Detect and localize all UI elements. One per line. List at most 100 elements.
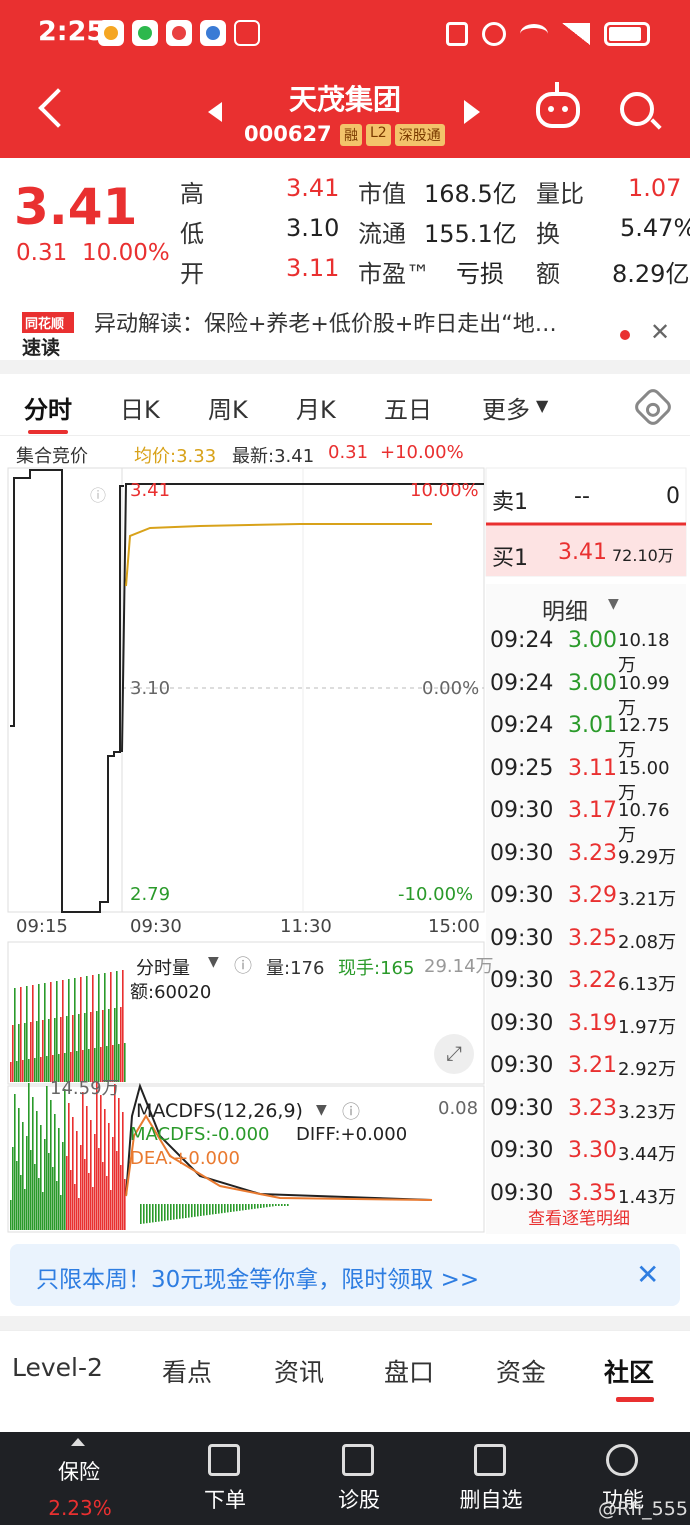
- mid-pct-label: 0.00%: [422, 678, 480, 699]
- detail-row: 09:30 3.19 1.97万: [490, 1005, 682, 1047]
- detail-row: 09:25 3.11 15.00万: [490, 750, 682, 804]
- anomaly-banner[interactable]: 同花顺 速读 异动解读：保险+养老+低价股+昨日走出“地…: [0, 300, 690, 359]
- tab-level2[interactable]: Level-2: [12, 1353, 103, 1382]
- logo-bottom-text: 速读: [22, 337, 61, 359]
- anomaly-text[interactable]: 异动解读：保险+养老+低价股+昨日走出“地…: [94, 306, 614, 338]
- volume-bar: [78, 1014, 80, 1082]
- macd-title[interactable]: MACDFS(12,26,9): [136, 1100, 303, 1122]
- tab-orderbook[interactable]: 盘口: [384, 1353, 434, 1389]
- weibo-notification-icon-2: [166, 20, 192, 46]
- nav-diagnose[interactable]: 诊股: [304, 1432, 414, 1525]
- nav-order[interactable]: 下单: [170, 1432, 280, 1525]
- search-icon[interactable]: [620, 92, 654, 126]
- macd-histogram-bar: [161, 1204, 163, 1222]
- section-divider: [0, 360, 690, 374]
- macd-chevron-icon[interactable]: ▼: [316, 1102, 327, 1118]
- macd-bar: [32, 1097, 34, 1230]
- macd-bar: [28, 1083, 30, 1230]
- macd-histogram-bar: [197, 1204, 199, 1217]
- macd-max: 0.08: [438, 1098, 479, 1119]
- robot-assistant-icon[interactable]: [536, 82, 580, 128]
- dea-value: DEA:+0.000: [130, 1148, 240, 1169]
- macd-bar: [98, 1148, 100, 1230]
- tab-funds[interactable]: 资金: [496, 1353, 546, 1389]
- detail-time: 09:30: [490, 1053, 554, 1078]
- prev-stock-icon[interactable]: [208, 102, 222, 122]
- volume-chevron-icon[interactable]: ▼: [208, 954, 219, 970]
- detail-title[interactable]: 明细: [542, 592, 588, 626]
- macd-bar: [68, 1103, 70, 1230]
- market-cap-value: 168.5亿: [424, 180, 517, 208]
- nav-remove-watchlist[interactable]: 删自选: [436, 1432, 546, 1525]
- volume-bar: [54, 1018, 56, 1082]
- detail-price: 3.01: [568, 713, 617, 738]
- detail-row: 09:24 3.00 10.99万: [490, 665, 682, 719]
- tab-weekly-k[interactable]: 周K: [208, 390, 248, 425]
- macd-histogram-bar: [224, 1204, 226, 1213]
- detail-volume: 1.97万: [618, 1016, 677, 1038]
- volume-bar: [108, 1009, 110, 1082]
- watermark: @Rfi_555: [598, 1498, 688, 1520]
- tab-news[interactable]: 资讯: [274, 1353, 324, 1389]
- tab-daily-k[interactable]: 日K: [120, 390, 160, 425]
- sell1-volume: 0: [666, 484, 680, 509]
- promo-text[interactable]: 只限本周！30元现金等你拿，限时领取 >>: [36, 1260, 479, 1294]
- volume-title[interactable]: 分时量: [136, 954, 190, 980]
- macd-histogram-bar: [155, 1204, 157, 1222]
- macd-help-icon[interactable]: ⓘ: [342, 1098, 360, 1124]
- macd-bar: [112, 1137, 114, 1230]
- detail-volume: 6.13万: [618, 974, 677, 995]
- volume-bar: [26, 986, 28, 1082]
- macd-bar: [90, 1120, 92, 1230]
- macd-bar: [64, 1089, 66, 1230]
- macd-histogram-bar: [245, 1204, 247, 1210]
- macd-bar: [22, 1122, 24, 1230]
- detail-row: 09:30 3.29 3.21万: [490, 877, 682, 919]
- tab-community[interactable]: 社区: [604, 1353, 654, 1389]
- up-arrow-icon: [71, 1438, 85, 1446]
- detail-time: 09:24: [490, 670, 554, 696]
- tab-five-day[interactable]: 五日: [384, 390, 432, 425]
- macd-bar: [40, 1125, 42, 1230]
- detail-row: 09:30 3.23 9.29万: [490, 835, 682, 877]
- volume-help-icon[interactable]: ⓘ: [234, 952, 252, 978]
- volume-bar: [84, 1013, 86, 1082]
- macd-histogram-bar: [215, 1204, 217, 1214]
- volume-bar: [122, 970, 124, 1082]
- detail-price: 3.23: [568, 840, 617, 866]
- tab-more[interactable]: 更多: [482, 390, 530, 425]
- promo-close-icon[interactable]: ✕: [636, 1258, 659, 1291]
- promo-banner[interactable]: 只限本周！30元现金等你拿，限时领取 >> ✕: [10, 1244, 680, 1306]
- volume-bar: [14, 988, 16, 1082]
- more-chevron-icon[interactable]: ▼: [536, 396, 548, 415]
- macd-bar: [56, 1181, 58, 1230]
- volume-bar: [86, 976, 88, 1082]
- macd-bar: [84, 1159, 86, 1230]
- fullscreen-icon[interactable]: ⤢: [434, 1034, 474, 1074]
- tab-monthly-k[interactable]: 月K: [296, 390, 336, 425]
- detail-price: 3.17: [568, 798, 617, 823]
- anomaly-close-icon[interactable]: ✕: [650, 318, 670, 346]
- volume-ratio-label: 量比: [536, 180, 584, 208]
- view-all-detail-link[interactable]: 查看逐笔明细: [528, 1204, 630, 1229]
- nav-order-label: 下单: [204, 1488, 246, 1512]
- next-stock-icon[interactable]: [464, 100, 480, 124]
- macd-histogram-bar: [176, 1204, 178, 1220]
- tab-highlights[interactable]: 看点: [162, 1353, 212, 1389]
- turnover-value: 5.47%: [620, 214, 690, 242]
- volume-bar: [46, 1056, 48, 1082]
- back-icon[interactable]: [38, 88, 78, 128]
- header: 2:25 天茂集团 000627 融 L2 深股通: [0, 0, 690, 158]
- detail-volume: 9.29万: [618, 846, 677, 868]
- macd-histogram-bar: [191, 1204, 193, 1218]
- detail-chevron-icon[interactable]: ▼: [608, 596, 619, 612]
- tab-intraday[interactable]: 分时: [24, 390, 72, 425]
- help-icon[interactable]: ⓘ: [90, 482, 106, 506]
- macd-bar: [50, 1100, 52, 1230]
- macd-histogram-bar: [287, 1204, 289, 1206]
- macd-histogram-bar: [221, 1204, 223, 1214]
- low-label: 低: [180, 220, 204, 248]
- buy1-volume: 72.10万: [612, 546, 674, 565]
- volume-bar: [62, 980, 64, 1082]
- macd-histogram-bar: [203, 1204, 205, 1216]
